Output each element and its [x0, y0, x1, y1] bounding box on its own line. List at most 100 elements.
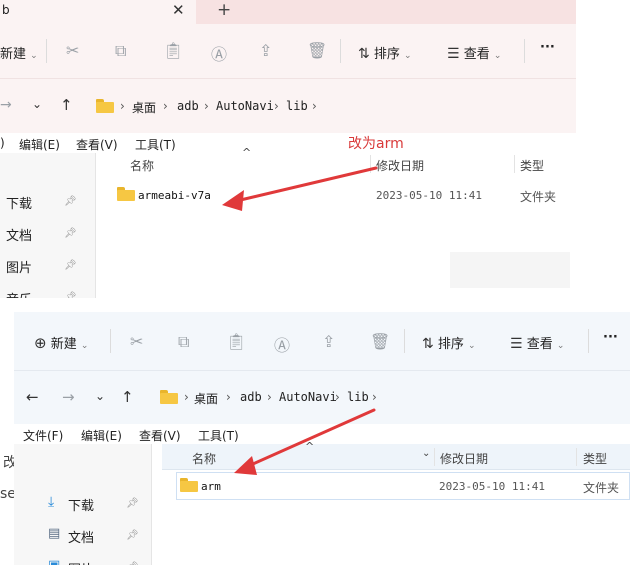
column-divider[interactable] — [434, 448, 435, 466]
nav-item-pictures[interactable]: 图片 — [6, 257, 32, 276]
nav-item-downloads[interactable]: 下载 — [68, 495, 94, 514]
tab-active[interactable]: b ✕ — [0, 0, 196, 24]
folder-icon — [160, 390, 178, 404]
share-icon[interactable]: ⇪ — [259, 41, 272, 60]
chevron-down-icon: ⌄ — [556, 341, 565, 351]
blurred-watermark — [450, 252, 570, 288]
scissors-icon[interactable]: ✂ — [130, 332, 143, 351]
column-header-name[interactable]: 名称 — [130, 157, 154, 174]
copy-icon[interactable]: ⧉ — [178, 332, 189, 352]
share-icon[interactable]: ⇪ — [322, 332, 335, 351]
sort-button[interactable]: ⇅ 排序 ⌄ — [358, 43, 412, 62]
breadcrumb-item[interactable]: 桌面 — [194, 390, 218, 407]
menu-edit[interactable]: 编辑(E) — [81, 427, 122, 444]
trash-icon[interactable]: 🗑︎ — [370, 332, 390, 351]
breadcrumb-item[interactable]: AutoNavi — [216, 99, 274, 113]
view-icon: ☰ — [510, 336, 523, 352]
new-button[interactable]: ⊕ 新建 ⌄ — [34, 333, 88, 352]
toolbar-divider — [46, 39, 47, 63]
column-header-modified[interactable]: 修改日期 — [440, 450, 488, 467]
menu-file[interactable]: 文件(F) — [23, 427, 63, 444]
menu-bar: 文件(F) 编辑(E) 查看(V) 工具(T) — [14, 424, 630, 444]
menu-tools[interactable]: 工具(T) — [135, 136, 176, 153]
nav-item-downloads[interactable]: 下载 — [6, 193, 32, 212]
menu-view[interactable]: 查看(V) — [76, 136, 118, 153]
up-arrow-icon[interactable]: ↑ — [121, 388, 134, 406]
breadcrumb-item[interactable]: AutoNavi — [279, 390, 337, 404]
breadcrumb-separator: › — [267, 390, 272, 404]
explorer-window-after: ⊕ 新建 ⌄ ✂ ⧉ 📋︎ Ⓐ ⇪ 🗑︎ ⇅ 排序 ⌄ ☰ 查看 ⌄ ··· ←… — [14, 312, 630, 565]
chevron-down-icon: ⌄ — [404, 51, 412, 61]
forward-arrow-icon[interactable]: → — [62, 388, 75, 406]
column-divider[interactable] — [514, 155, 515, 173]
sort-icon: ⇅ — [358, 46, 370, 62]
annotation-label: 改为arm — [348, 136, 404, 152]
close-tab-icon[interactable]: ✕ — [172, 1, 185, 19]
column-header-type[interactable]: 类型 — [583, 450, 607, 467]
view-button[interactable]: ☰ 查看 ⌄ — [510, 333, 564, 352]
more-options-button[interactable]: ··· — [603, 330, 618, 345]
paste-icon[interactable]: 📋︎ — [163, 41, 183, 60]
new-button-label: 新建 — [0, 47, 27, 62]
pin-icon: 📌︎ — [64, 292, 77, 298]
breadcrumb-item[interactable]: lib — [286, 99, 308, 113]
rename-icon[interactable]: Ⓐ — [274, 332, 290, 356]
rename-icon[interactable]: Ⓐ — [211, 41, 227, 65]
download-icon: ⤓ — [48, 494, 55, 510]
breadcrumb-separator: › — [163, 99, 168, 113]
chevron-down-icon: ⌄ — [468, 341, 476, 351]
up-arrow-icon[interactable]: ↑ — [60, 96, 73, 114]
new-button[interactable]: 新建 ⌄ — [0, 43, 38, 62]
sort-icon: ⇅ — [422, 336, 434, 352]
back-arrow-icon[interactable]: ← — [26, 388, 39, 406]
file-type: 文件夹 — [583, 481, 620, 495]
column-divider[interactable] — [576, 448, 577, 466]
plus-circle-icon: ⊕ — [34, 334, 47, 352]
column-header-modified[interactable]: 修改日期 — [376, 157, 424, 174]
chevron-down-icon: ⌄ — [493, 51, 502, 61]
navigation-pane: ⤓ 下载 📌︎ ▤ 文档 📌︎ ▣ 图片 📌︎ — [14, 444, 152, 565]
more-options-button[interactable]: ··· — [540, 40, 555, 55]
breadcrumb-item[interactable]: lib — [347, 390, 369, 404]
view-icon: ☰ — [447, 46, 460, 62]
sort-button[interactable]: ⇅ 排序 ⌄ — [422, 333, 476, 352]
menu-view[interactable]: 查看(V) — [139, 427, 181, 444]
nav-item-pictures[interactable]: 图片 — [68, 559, 94, 565]
file-modified: 2023-05-10 11:41 — [376, 189, 482, 202]
new-tab-icon[interactable]: + — [217, 0, 231, 20]
column-divider[interactable] — [370, 155, 371, 173]
breadcrumb-separator: › — [184, 390, 189, 404]
chevron-down-icon[interactable]: ⌄ — [422, 448, 430, 459]
menu-edit[interactable]: 编辑(E) — [19, 136, 60, 153]
chevron-down-icon[interactable]: ⌄ — [95, 389, 105, 403]
file-modified: 2023-05-10 11:41 — [439, 480, 545, 493]
sort-up-icon: ^ — [305, 440, 315, 453]
scissors-icon[interactable]: ✂ — [66, 41, 79, 60]
breadcrumb-item[interactable]: adb — [240, 390, 262, 404]
column-header-type[interactable]: 类型 — [520, 157, 544, 174]
folder-icon — [117, 187, 135, 201]
address-bar-row: → ⌄ ↑ › 桌面 › adb › AutoNavi › lib › — [0, 78, 576, 133]
nav-item-documents[interactable]: 文档 — [6, 225, 32, 244]
chevron-down-icon[interactable]: ⌄ — [32, 97, 42, 111]
sort-up-icon: ^ — [242, 146, 252, 159]
breadcrumb-item[interactable]: 桌面 — [132, 99, 156, 116]
breadcrumb-separator: › — [274, 99, 279, 113]
paste-icon[interactable]: 📋︎ — [226, 332, 246, 351]
breadcrumb-item[interactable]: adb — [177, 99, 199, 113]
pin-icon: 📌︎ — [64, 228, 77, 239]
view-button[interactable]: ☰ 查看 ⌄ — [447, 43, 501, 62]
folder-icon — [96, 99, 114, 113]
file-row[interactable]: arm 2023-05-10 11:41 文件夹 — [176, 472, 630, 500]
forward-arrow-icon[interactable]: → — [0, 97, 12, 113]
nav-item-documents[interactable]: 文档 — [68, 527, 94, 546]
trash-icon[interactable]: 🗑︎ — [307, 41, 327, 60]
view-label: 查看 — [463, 47, 490, 62]
breadcrumb-separator: › — [120, 99, 125, 113]
file-list: 名称 ^ ⌄ 修改日期 类型 arm 2023-05-10 11:41 文件夹 — [162, 440, 630, 565]
menu-bar: ) 编辑(E) 查看(V) 工具(T) — [0, 133, 576, 153]
nav-item-music[interactable]: 音乐 — [6, 289, 32, 298]
menu-tools[interactable]: 工具(T) — [198, 427, 239, 444]
column-header-name[interactable]: 名称 — [192, 450, 216, 467]
copy-icon[interactable]: ⧉ — [115, 41, 126, 61]
